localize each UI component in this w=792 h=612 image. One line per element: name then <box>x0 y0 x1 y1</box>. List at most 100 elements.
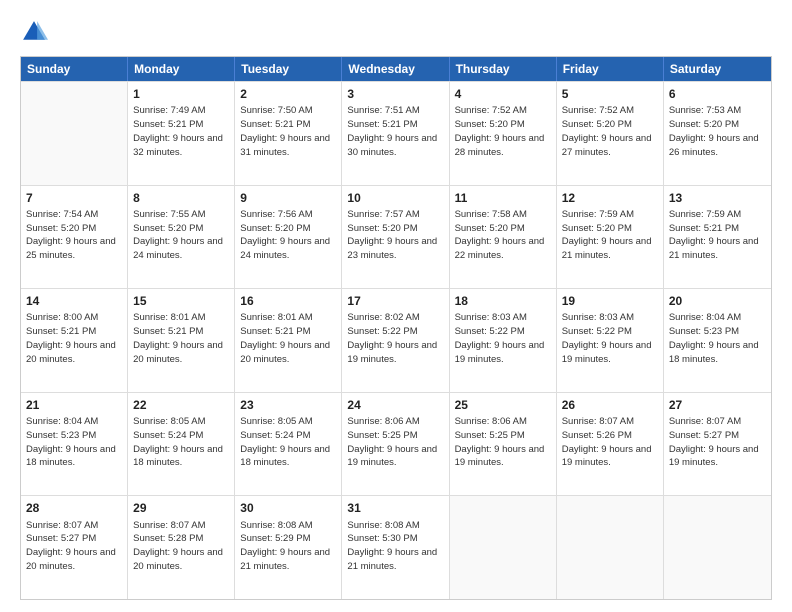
sunset-info: Sunset: 5:22 PM <box>347 326 417 337</box>
sunset-info: Sunset: 5:21 PM <box>26 326 96 337</box>
sunset-info: Sunset: 5:20 PM <box>26 223 96 234</box>
sunset-info: Sunset: 5:27 PM <box>26 533 96 544</box>
day-cell-4: 4 Sunrise: 7:52 AM Sunset: 5:20 PM Dayli… <box>450 82 557 185</box>
sunrise-info: Sunrise: 8:07 AM <box>133 520 205 531</box>
sunset-info: Sunset: 5:24 PM <box>240 430 310 441</box>
daylight-label: Daylight: 9 hours and 21 minutes. <box>562 236 652 261</box>
weekday-header-wednesday: Wednesday <box>342 57 449 81</box>
day-cell-19: 19 Sunrise: 8:03 AM Sunset: 5:22 PM Dayl… <box>557 289 664 392</box>
daylight-label: Daylight: 9 hours and 32 minutes. <box>133 133 223 158</box>
sunset-info: Sunset: 5:20 PM <box>562 119 632 130</box>
sunrise-info: Sunrise: 8:07 AM <box>26 520 98 531</box>
sunrise-info: Sunrise: 8:03 AM <box>562 312 634 323</box>
sunrise-info: Sunrise: 7:51 AM <box>347 105 419 116</box>
daylight-label: Daylight: 9 hours and 20 minutes. <box>26 547 116 572</box>
sunset-info: Sunset: 5:21 PM <box>133 119 203 130</box>
day-cell-29: 29 Sunrise: 8:07 AM Sunset: 5:28 PM Dayl… <box>128 496 235 599</box>
sunrise-info: Sunrise: 7:59 AM <box>669 209 741 220</box>
sunset-info: Sunset: 5:20 PM <box>133 223 203 234</box>
day-cell-31: 31 Sunrise: 8:08 AM Sunset: 5:30 PM Dayl… <box>342 496 449 599</box>
day-cell-30: 30 Sunrise: 8:08 AM Sunset: 5:29 PM Dayl… <box>235 496 342 599</box>
day-number: 17 <box>347 293 443 309</box>
sunrise-info: Sunrise: 7:50 AM <box>240 105 312 116</box>
day-cell-17: 17 Sunrise: 8:02 AM Sunset: 5:22 PM Dayl… <box>342 289 449 392</box>
day-cell-3: 3 Sunrise: 7:51 AM Sunset: 5:21 PM Dayli… <box>342 82 449 185</box>
day-number: 7 <box>26 190 122 206</box>
calendar-body: 1 Sunrise: 7:49 AM Sunset: 5:21 PM Dayli… <box>21 81 771 599</box>
daylight-label: Daylight: 9 hours and 19 minutes. <box>455 444 545 469</box>
day-number: 28 <box>26 500 122 516</box>
daylight-label: Daylight: 9 hours and 20 minutes. <box>240 340 330 365</box>
day-number: 30 <box>240 500 336 516</box>
weekday-header-monday: Monday <box>128 57 235 81</box>
daylight-label: Daylight: 9 hours and 20 minutes. <box>133 547 223 572</box>
day-number: 3 <box>347 86 443 102</box>
logo-icon <box>20 18 48 46</box>
day-number: 18 <box>455 293 551 309</box>
sunset-info: Sunset: 5:21 PM <box>240 119 310 130</box>
day-number: 25 <box>455 397 551 413</box>
day-cell-5: 5 Sunrise: 7:52 AM Sunset: 5:20 PM Dayli… <box>557 82 664 185</box>
weekday-header-sunday: Sunday <box>21 57 128 81</box>
daylight-label: Daylight: 9 hours and 18 minutes. <box>133 444 223 469</box>
sunrise-info: Sunrise: 8:08 AM <box>347 520 419 531</box>
day-number: 11 <box>455 190 551 206</box>
day-number: 22 <box>133 397 229 413</box>
day-cell-14: 14 Sunrise: 8:00 AM Sunset: 5:21 PM Dayl… <box>21 289 128 392</box>
sunrise-info: Sunrise: 7:57 AM <box>347 209 419 220</box>
day-cell-9: 9 Sunrise: 7:56 AM Sunset: 5:20 PM Dayli… <box>235 186 342 289</box>
day-number: 1 <box>133 86 229 102</box>
sunrise-info: Sunrise: 7:54 AM <box>26 209 98 220</box>
daylight-label: Daylight: 9 hours and 19 minutes. <box>669 444 759 469</box>
sunset-info: Sunset: 5:22 PM <box>562 326 632 337</box>
weekday-header-tuesday: Tuesday <box>235 57 342 81</box>
day-cell-23: 23 Sunrise: 8:05 AM Sunset: 5:24 PM Dayl… <box>235 393 342 496</box>
page: SundayMondayTuesdayWednesdayThursdayFrid… <box>0 0 792 612</box>
daylight-label: Daylight: 9 hours and 21 minutes. <box>240 547 330 572</box>
sunrise-info: Sunrise: 8:05 AM <box>240 416 312 427</box>
daylight-label: Daylight: 9 hours and 20 minutes. <box>133 340 223 365</box>
day-cell-6: 6 Sunrise: 7:53 AM Sunset: 5:20 PM Dayli… <box>664 82 771 185</box>
sunset-info: Sunset: 5:20 PM <box>562 223 632 234</box>
sunset-info: Sunset: 5:20 PM <box>240 223 310 234</box>
day-number: 5 <box>562 86 658 102</box>
day-number: 2 <box>240 86 336 102</box>
daylight-label: Daylight: 9 hours and 19 minutes. <box>347 444 437 469</box>
daylight-label: Daylight: 9 hours and 28 minutes. <box>455 133 545 158</box>
sunset-info: Sunset: 5:21 PM <box>347 119 417 130</box>
day-number: 14 <box>26 293 122 309</box>
day-cell-28: 28 Sunrise: 8:07 AM Sunset: 5:27 PM Dayl… <box>21 496 128 599</box>
sunrise-info: Sunrise: 7:52 AM <box>562 105 634 116</box>
daylight-label: Daylight: 9 hours and 19 minutes. <box>347 340 437 365</box>
day-cell-27: 27 Sunrise: 8:07 AM Sunset: 5:27 PM Dayl… <box>664 393 771 496</box>
day-cell-2: 2 Sunrise: 7:50 AM Sunset: 5:21 PM Dayli… <box>235 82 342 185</box>
header <box>20 18 772 46</box>
sunrise-info: Sunrise: 8:07 AM <box>669 416 741 427</box>
day-cell-12: 12 Sunrise: 7:59 AM Sunset: 5:20 PM Dayl… <box>557 186 664 289</box>
sunset-info: Sunset: 5:21 PM <box>240 326 310 337</box>
day-cell-7: 7 Sunrise: 7:54 AM Sunset: 5:20 PM Dayli… <box>21 186 128 289</box>
weekday-header-thursday: Thursday <box>450 57 557 81</box>
day-cell-26: 26 Sunrise: 8:07 AM Sunset: 5:26 PM Dayl… <box>557 393 664 496</box>
sunset-info: Sunset: 5:20 PM <box>455 119 525 130</box>
day-cell-11: 11 Sunrise: 7:58 AM Sunset: 5:20 PM Dayl… <box>450 186 557 289</box>
empty-cell <box>664 496 771 599</box>
sunrise-info: Sunrise: 8:07 AM <box>562 416 634 427</box>
calendar-row-3: 14 Sunrise: 8:00 AM Sunset: 5:21 PM Dayl… <box>21 288 771 392</box>
day-number: 21 <box>26 397 122 413</box>
day-number: 15 <box>133 293 229 309</box>
day-cell-25: 25 Sunrise: 8:06 AM Sunset: 5:25 PM Dayl… <box>450 393 557 496</box>
day-number: 24 <box>347 397 443 413</box>
sunset-info: Sunset: 5:29 PM <box>240 533 310 544</box>
sunset-info: Sunset: 5:30 PM <box>347 533 417 544</box>
sunset-info: Sunset: 5:23 PM <box>26 430 96 441</box>
sunset-info: Sunset: 5:20 PM <box>347 223 417 234</box>
day-number: 13 <box>669 190 766 206</box>
sunset-info: Sunset: 5:21 PM <box>133 326 203 337</box>
calendar: SundayMondayTuesdayWednesdayThursdayFrid… <box>20 56 772 600</box>
sunset-info: Sunset: 5:27 PM <box>669 430 739 441</box>
sunrise-info: Sunrise: 7:49 AM <box>133 105 205 116</box>
sunrise-info: Sunrise: 7:58 AM <box>455 209 527 220</box>
day-number: 8 <box>133 190 229 206</box>
day-number: 6 <box>669 86 766 102</box>
